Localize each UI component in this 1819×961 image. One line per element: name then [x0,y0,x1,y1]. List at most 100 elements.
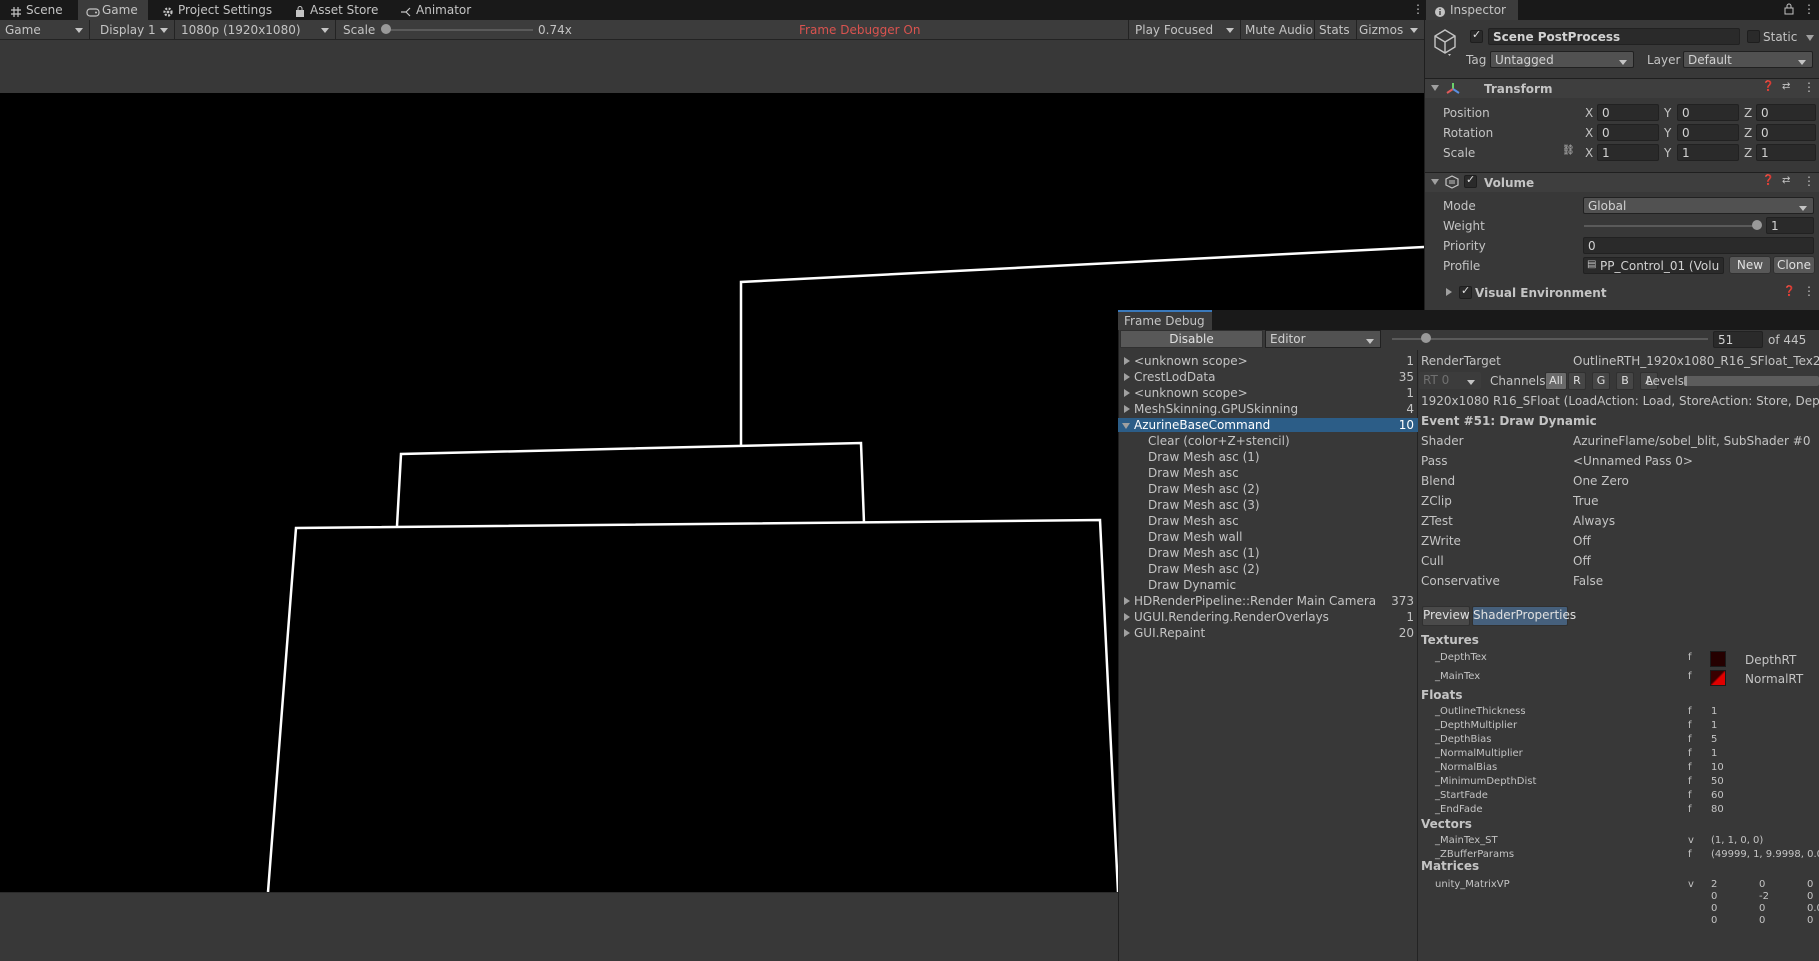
constrain-proportions-icon[interactable]: ⛓ [1562,145,1575,156]
position-x-field[interactable]: 0 [1597,104,1659,121]
collapsed-arrow-icon[interactable] [1124,357,1130,365]
collapsed-arrow-icon[interactable] [1124,613,1130,621]
tab-project-settings[interactable]: Project Settings [156,0,286,20]
shader-properties-tab[interactable]: ShaderProperties [1472,606,1576,626]
levels-slider[interactable] [1684,376,1819,386]
tab-frame-debug[interactable]: Frame Debug [1118,310,1212,330]
event-row[interactable]: Draw Mesh asc (3) [1118,498,1418,512]
tab-asset-store[interactable]: Asset Store [290,0,390,20]
tab-scene[interactable]: Scene [2,0,68,20]
presets-icon[interactable]: ⇄ [1782,81,1790,92]
rt-dropdown[interactable]: RT 0 [1419,372,1481,389]
tab-bar-menu-icon[interactable]: ⋮ [1412,2,1424,16]
texture-thumbnail[interactable] [1710,651,1726,667]
disable-button[interactable]: Disable [1120,330,1263,348]
rotation-x-field[interactable]: 0 [1597,124,1659,141]
view-mode-dropdown[interactable]: Game [0,20,90,40]
event-row[interactable]: Draw Mesh asc (1) [1118,546,1418,560]
event-row[interactable]: UGUI.Rendering.RenderOverlays 1 [1118,610,1418,624]
event-row[interactable]: HDRenderPipeline::Render Main Camera 373 [1118,594,1418,608]
scale-slider-thumb[interactable] [381,24,391,34]
weight-slider-thumb[interactable] [1752,220,1762,230]
tab-game[interactable]: Game [78,0,148,20]
active-checkbox[interactable] [1470,28,1483,43]
event-row[interactable]: Draw Mesh asc [1118,466,1418,480]
shader-prop-type: f [1688,804,1692,815]
tag-dropdown[interactable]: Untagged [1490,51,1634,68]
profile-new-button[interactable]: New [1729,256,1771,274]
layer-dropdown[interactable]: Default [1683,51,1813,68]
help-icon[interactable]: ❓ [1762,175,1774,186]
event-row[interactable]: Draw Mesh asc [1118,514,1418,528]
tab-label: Game [102,3,138,17]
channel-r-toggle[interactable]: R [1568,372,1586,390]
collapsed-arrow-icon[interactable] [1124,389,1130,397]
display-dropdown[interactable]: Display 1 [95,20,175,40]
channel-b-toggle[interactable]: B [1616,372,1634,390]
play-mode-dropdown[interactable]: Play Focused [1128,20,1240,40]
collapsed-arrow-icon[interactable] [1124,629,1130,637]
event-row[interactable]: Draw Mesh asc (1) [1118,450,1418,464]
object-name-field[interactable]: Scene PostProcess [1488,28,1740,45]
rotation-z-field[interactable]: 0 [1756,124,1816,141]
scale-slider-track[interactable] [385,29,533,31]
mode-dropdown[interactable]: Global [1583,197,1814,214]
gizmos-dropdown[interactable]: Gizmos [1356,20,1424,40]
priority-field[interactable]: 0 [1583,237,1814,254]
event-row[interactable]: MeshSkinning.GPUSkinning 4 [1118,402,1418,416]
collapsed-arrow-icon[interactable] [1124,373,1130,381]
volume-foldout[interactable] [1431,179,1439,185]
tab-inspector[interactable]: Inspector [1426,0,1518,20]
component-menu-icon[interactable]: ⋮ [1803,80,1815,94]
position-z-field[interactable]: 0 [1756,104,1816,121]
component-menu-icon[interactable]: ⋮ [1803,174,1815,188]
event-slider-thumb[interactable] [1421,333,1431,343]
preview-tab[interactable]: Preview [1422,606,1470,626]
collapsed-arrow-icon[interactable] [1124,405,1130,413]
tab-label: Asset Store [310,3,379,17]
weight-slider-track[interactable] [1584,225,1759,227]
event-row[interactable]: Draw Dynamic [1118,578,1418,592]
scale-x-field[interactable]: 1 [1597,144,1659,161]
component-menu-icon[interactable]: ⋮ [1803,284,1815,298]
event-row[interactable]: <unknown scope> 1 [1118,354,1418,368]
event-row[interactable]: AzurineBaseCommand 10 [1118,418,1418,432]
transform-foldout[interactable] [1431,85,1439,91]
collapsed-arrow-icon[interactable] [1124,597,1130,605]
help-icon[interactable]: ❓ [1783,286,1795,297]
expanded-arrow-icon[interactable] [1122,423,1130,429]
target-dropdown[interactable]: Editor [1265,330,1381,348]
event-row[interactable]: Clear (color+Z+stencil) [1118,434,1418,448]
visual-environment-foldout[interactable] [1446,288,1452,296]
inspector-menu-icon[interactable]: ⋮ [1803,2,1815,16]
event-index-field[interactable]: 51 [1713,331,1763,348]
event-row[interactable]: GUI.Repaint 20 [1118,626,1418,640]
scale-y-field[interactable]: 1 [1677,144,1739,161]
rotation-y-field[interactable]: 0 [1677,124,1739,141]
presets-icon[interactable]: ⇄ [1782,175,1790,186]
event-row[interactable]: Draw Mesh asc (2) [1118,562,1418,576]
resolution-dropdown[interactable]: 1080p (1920x1080) [176,20,336,40]
stats-button[interactable]: Stats [1314,20,1356,40]
profile-clone-button[interactable]: Clone [1773,256,1815,274]
scale-z-field[interactable]: 1 [1756,144,1816,161]
texture-thumbnail[interactable] [1710,670,1726,686]
help-icon[interactable]: ❓ [1762,81,1774,92]
tab-animator[interactable]: Animator [396,0,480,20]
channel-all-toggle[interactable]: All [1545,372,1567,390]
mute-audio-button[interactable]: Mute Audio [1240,20,1314,40]
weight-field[interactable]: 1 [1766,217,1814,234]
lock-icon[interactable] [1784,3,1794,18]
event-row[interactable]: CrestLodData 35 [1118,370,1418,384]
position-y-field[interactable]: 0 [1677,104,1739,121]
profile-object-field[interactable]: PP_Control_01 (Volu [1583,257,1724,274]
visual-environment-checkbox[interactable] [1459,284,1472,299]
channel-g-toggle[interactable]: G [1592,372,1610,390]
volume-enabled-checkbox[interactable] [1464,173,1477,188]
event-row[interactable]: Draw Mesh wall [1118,530,1418,544]
event-row[interactable]: <unknown scope> 1 [1118,386,1418,400]
event-slider-track[interactable] [1392,338,1708,340]
event-row[interactable]: Draw Mesh asc (2) [1118,482,1418,496]
static-checkbox[interactable] [1747,30,1760,43]
static-dropdown-arrow[interactable] [1806,35,1814,41]
